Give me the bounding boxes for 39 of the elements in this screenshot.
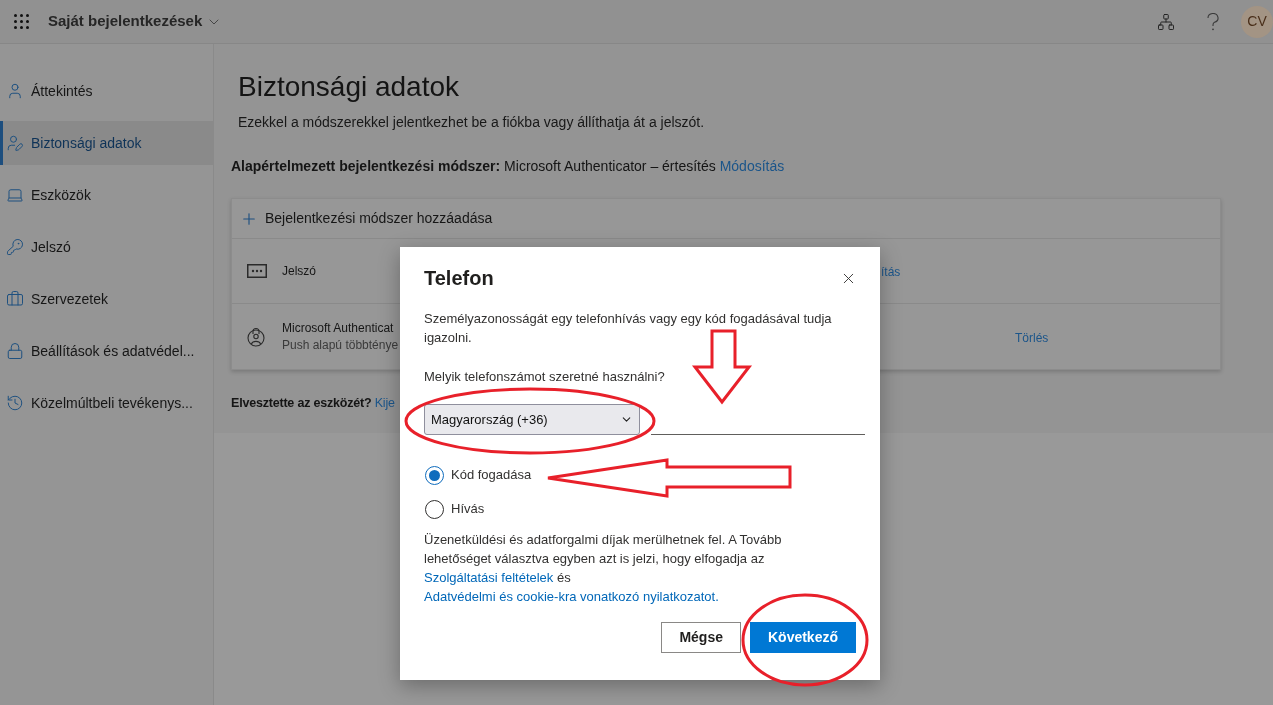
dialog-description: Személyazonosságát egy telefonhívás vagy egy kód fogadásával tudja igazolni. xyxy=(424,310,833,347)
sidebar-item[interactable]: Jelszó xyxy=(0,225,213,269)
page-subtitle: Ezekkel a módszerekkel jelentkezhet be a fiókba vagy állíthatja át a jelszót. xyxy=(238,113,706,131)
sidebar-item[interactable]: Szervezetek xyxy=(0,277,213,321)
sidebar-item[interactable]: Közelmúltbeli tevékenys... xyxy=(0,381,213,425)
radio-label[interactable]: Kód fogadása xyxy=(451,465,532,485)
avatar[interactable]: CV xyxy=(1241,5,1273,38)
next-button[interactable]: Következő xyxy=(749,622,856,653)
phone-question: Melyik telefonszámot szeretné használni? xyxy=(424,368,666,386)
page-title: Biztonsági adatok xyxy=(238,70,461,104)
policy-link[interactable]: Szolgáltatási feltételek xyxy=(424,570,554,585)
cancel-button[interactable]: Mégse xyxy=(661,622,741,653)
org-chart-icon[interactable] xyxy=(1157,12,1175,31)
dialog-title: Telefon xyxy=(424,266,494,290)
method-name: Jelszó xyxy=(282,262,317,280)
briefcase-icon xyxy=(6,290,24,308)
person-icon xyxy=(6,82,24,100)
sidebar-item[interactable]: Eszközök xyxy=(0,173,213,217)
sidebar-item[interactable]: Beállítások és adatvédel... xyxy=(0,329,213,373)
method-detail: Push alapú többténye xyxy=(282,336,400,354)
person-lock-icon xyxy=(247,326,265,347)
consent-text: Üzenetküldési és adatforgalmi díjak merülhetnek fel. A Tovább lehetőséget választva egyben azt is jelzi, hogy elfogadja az Szolgáltatási feltételek és Adatvédelmi és cookie-kra vonatkozó nyilatkozatot. xyxy=(424,531,783,606)
method-name: Microsoft Authenticat xyxy=(282,319,395,337)
country-select[interactable]: Magyarország (+36) xyxy=(424,404,640,435)
lock-icon xyxy=(6,342,24,360)
app-title[interactable]: Saját bejelentkezések xyxy=(48,10,203,33)
person-pen-icon xyxy=(6,134,24,152)
key-icon xyxy=(6,238,24,256)
default-method-text: Alapértelmezett bejelentkezési módszer: Microsoft Authenticator – értesítés Módosítás xyxy=(231,157,786,175)
policy-link[interactable]: Adatvédelmi és cookie-kra vonatkozó nyilatkozatot. xyxy=(424,589,719,604)
sidebar-item[interactable]: Áttekintés xyxy=(0,69,213,113)
password-dots-icon xyxy=(247,264,267,278)
sidebar-item[interactable]: Biztonsági adatok xyxy=(0,121,213,165)
history-icon xyxy=(6,394,24,412)
laptop-icon xyxy=(6,186,24,204)
app-launcher-icon[interactable] xyxy=(14,14,29,29)
add-method-button[interactable]: Bejelentkezési módszer hozzáadása xyxy=(232,199,1220,239)
help-icon[interactable] xyxy=(1207,12,1219,31)
radio-label[interactable]: Hívás xyxy=(451,499,485,519)
